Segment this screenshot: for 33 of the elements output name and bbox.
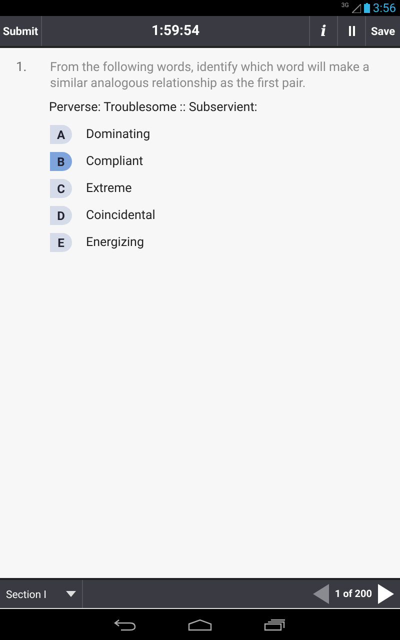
submit-button[interactable]: Submit [0,16,42,46]
signal-icon [352,4,361,12]
page-counter: 1 of 200 [334,588,372,600]
clock: 3:56 [372,1,396,15]
answer-option[interactable]: B Compliant [50,152,144,171]
answer-option[interactable]: A Dominating [50,125,150,144]
info-button[interactable]: i [309,16,337,46]
option-letter: B [50,152,72,171]
timer: 1:59:54 [151,23,200,39]
option-letter: C [50,179,72,198]
option-label: Extreme [86,181,132,196]
question-number: 1. [16,60,28,77]
option-label: Compliant [86,154,144,169]
answer-option[interactable]: E Energizing [50,233,144,252]
home-icon[interactable] [188,618,212,630]
recent-apps-icon[interactable] [264,618,286,630]
option-label: Coincidental [86,208,156,223]
analogy-prompt: Perverse: Troublesome :: Subservient: [49,100,258,115]
pause-icon [348,26,356,36]
save-button[interactable]: Save [365,16,400,46]
question-text: From the following words, identify which word will make a similar analogous relationship as the first pair. [50,60,370,92]
section-dropdown[interactable]: Section I [0,580,83,608]
option-letter: A [50,125,72,144]
battery-icon [364,3,370,13]
option-letter: E [50,233,72,252]
answer-option[interactable]: D Coincidental [50,206,156,225]
option-letter: D [50,206,72,225]
dropdown-icon [66,591,76,597]
option-label: Dominating [86,127,150,142]
option-label: Energizing [86,235,144,250]
next-button[interactable] [378,584,394,604]
back-icon[interactable] [114,618,136,630]
answer-option[interactable]: C Extreme [50,179,132,198]
